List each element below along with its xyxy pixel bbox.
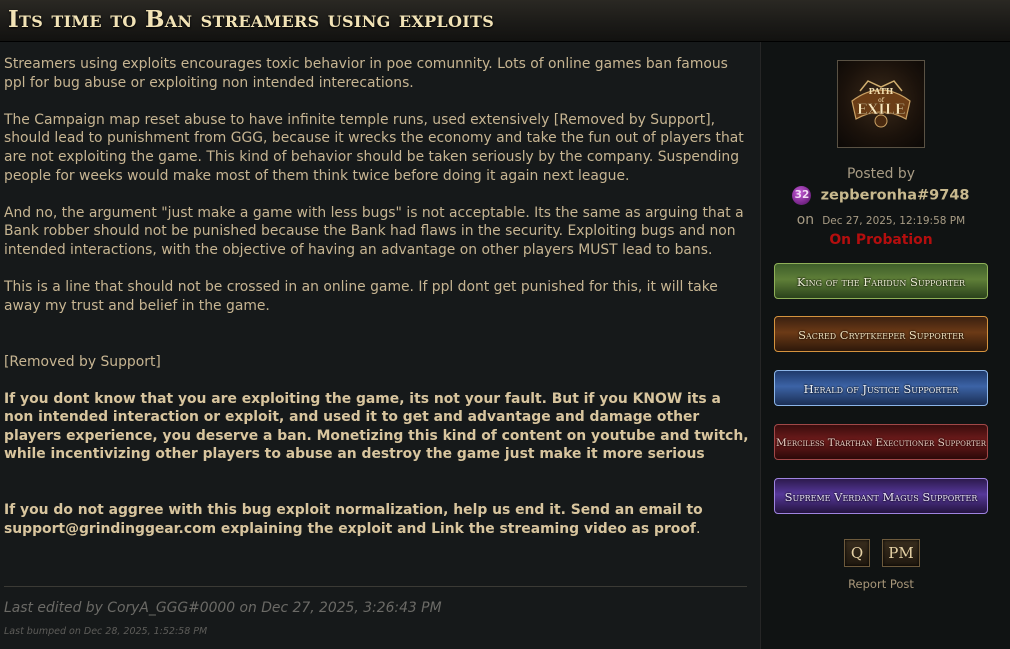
post-date-on-label: on: [796, 212, 815, 228]
supporter-badge: King of the Faridun Supporter: [774, 263, 988, 299]
last-bumped: Last bumped on Dec 28, 2025, 1:52:58 PM: [4, 626, 208, 637]
post-paragraph: This is a line that should not be crosse…: [4, 279, 718, 314]
post-paragraph: [Removed by Support]: [4, 353, 161, 370]
report-post-link[interactable]: Report Post: [761, 577, 1001, 591]
thread-title: Its time to Ban streamers using exploits: [8, 6, 495, 33]
post-author-sidebar: PATH of EXILE Posted by 32 zepberonha#97…: [760, 42, 1010, 649]
post-date-value: Dec 27, 2025, 12:19:58 PM: [822, 215, 966, 227]
post-body: Streamers using exploits encourages toxi…: [0, 42, 760, 649]
supporter-badge: Merciless Trarthan Executioner Supporter: [774, 424, 988, 460]
post-actions: Q PM: [844, 539, 920, 567]
private-message-button[interactable]: PM: [882, 539, 920, 567]
post-divider: [4, 586, 747, 587]
path-of-exile-logo-icon: PATH of EXILE: [851, 80, 911, 128]
level-badge: 32: [792, 186, 812, 205]
post-date: on Dec 27, 2025, 12:19:58 PM: [761, 209, 1001, 228]
post-content: Streamers using exploits encourages toxi…: [4, 55, 752, 557]
post-bold-paragraph: If you dont know that you are exploiting…: [4, 390, 749, 463]
avatar[interactable]: PATH of EXILE: [837, 60, 925, 148]
supporter-badge: Supreme Verdant Magus Supporter: [774, 478, 988, 514]
post-bold-text: If you do not aggree with this bug explo…: [4, 502, 703, 537]
post-paragraph: Streamers using exploits encourages toxi…: [4, 56, 728, 91]
posted-by-label: Posted by: [847, 166, 915, 182]
author-username[interactable]: zepberonha#9748: [821, 188, 970, 204]
last-edited: Last edited by CoryA_GGG#0000 on Dec 27,…: [4, 600, 442, 616]
quote-button[interactable]: Q: [844, 539, 870, 567]
post-paragraph: The Campaign map reset abuse to have inf…: [4, 111, 744, 184]
post-bold-paragraph-contact: If you do not aggree with this bug explo…: [4, 501, 752, 538]
post-paragraph: And no, the argument "just make a game w…: [4, 204, 744, 258]
logo-text-line3: EXILE: [857, 102, 906, 118]
username-row: 32 zepberonha#9748: [761, 185, 1001, 205]
probation-status: On Probation: [829, 232, 933, 248]
logo-text-line1: PATH: [869, 86, 894, 96]
supporter-badge: Herald of Justice Supporter: [774, 370, 988, 406]
post-bold-text-end: .: [695, 520, 701, 537]
thread-header: Its time to Ban streamers using exploits: [0, 0, 1010, 42]
supporter-badge: Sacred Cryptkeeper Supporter: [774, 316, 988, 352]
